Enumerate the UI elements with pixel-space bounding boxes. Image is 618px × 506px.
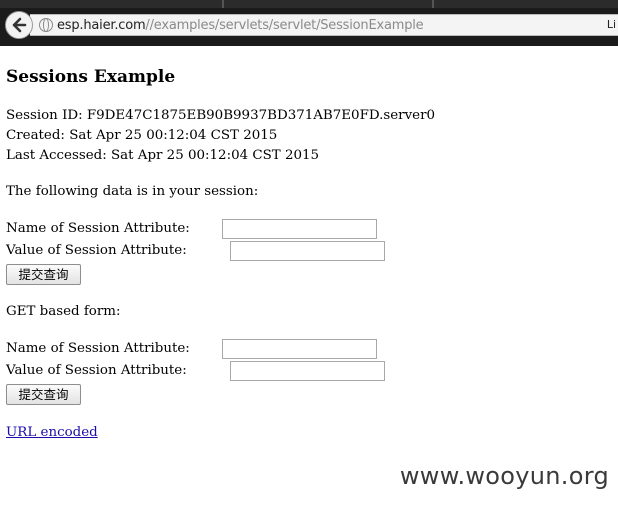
- form1-value-input[interactable]: [230, 241, 385, 261]
- form2-name-input[interactable]: [222, 339, 377, 359]
- form1-name-input[interactable]: [222, 219, 377, 239]
- form1-submit-button[interactable]: 提交查询: [6, 264, 81, 285]
- tab-separator: [432, 0, 434, 8]
- get-form-label: GET based form:: [6, 304, 121, 319]
- url-encoded-link[interactable]: URL encoded: [6, 425, 98, 440]
- page-title: Sessions Example: [6, 67, 176, 87]
- form2-value-input[interactable]: [230, 361, 385, 381]
- watermark: www.wooyun.org: [399, 462, 609, 490]
- created-text: Created: Sat Apr 25 00:12:04 CST 2015: [6, 128, 278, 143]
- tab-strip: [0, 0, 618, 8]
- address-bar[interactable]: esp.haier.com//examples/servlets/servlet…: [30, 14, 618, 36]
- form2-submit-button[interactable]: 提交查询: [6, 384, 81, 405]
- back-button[interactable]: [5, 11, 33, 39]
- form2-name-label: Name of Session Attribute:: [6, 341, 190, 356]
- form1-value-label: Value of Session Attribute:: [6, 243, 187, 258]
- form1-name-label: Name of Session Attribute:: [6, 221, 190, 236]
- url-host: esp.haier.com: [57, 18, 146, 33]
- url-path: //examples/servlets/servlet/SessionExamp…: [145, 18, 424, 33]
- form2-value-label: Value of Session Attribute:: [6, 363, 187, 378]
- session-id-text: Session ID: F9DE47C1875EB90B9937BD371AB7…: [6, 108, 435, 123]
- address-bar-right-text: Li: [606, 18, 616, 31]
- address-url[interactable]: esp.haier.com//examples/servlets/servlet…: [57, 18, 424, 33]
- session-data-intro: The following data is in your session:: [6, 184, 259, 199]
- browser-chrome: esp.haier.com//examples/servlets/servlet…: [0, 0, 618, 46]
- tab-separator: [222, 0, 224, 8]
- back-arrow-icon: [12, 17, 27, 33]
- last-accessed-text: Last Accessed: Sat Apr 25 00:12:04 CST 2…: [6, 148, 320, 163]
- globe-icon: [39, 18, 53, 32]
